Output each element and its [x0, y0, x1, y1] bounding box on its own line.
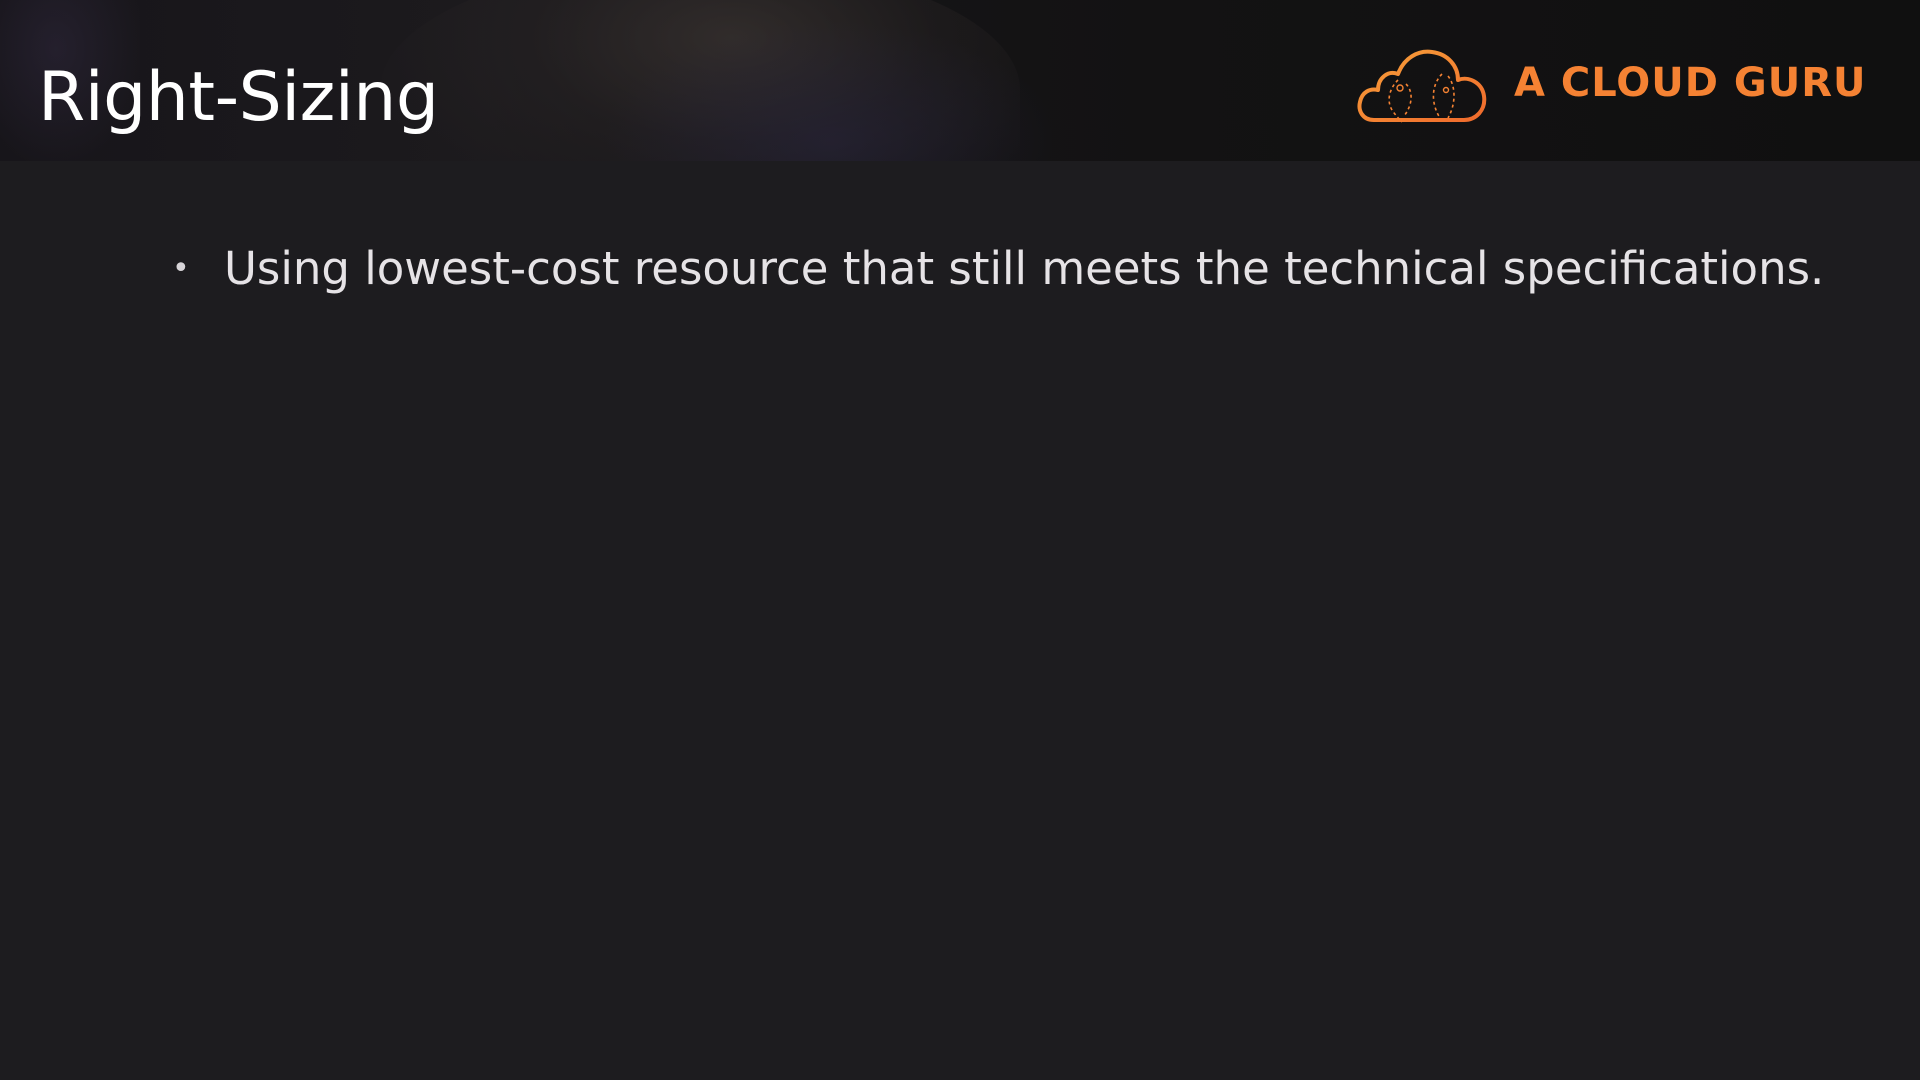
bullet-list: • Using lowest-cost resource that still … — [172, 242, 1872, 296]
slide-header: Right-Sizing A CLOUD GURU — [0, 0, 1920, 161]
bullet-text: Using lowest-cost resource that still me… — [224, 242, 1825, 295]
brand-logo: A CLOUD GURU — [1356, 40, 1867, 126]
slide: Right-Sizing A CLOUD GURU • Using lowest… — [0, 0, 1920, 1080]
brand-name: A CLOUD GURU — [1514, 60, 1867, 106]
bullet-icon: • — [172, 251, 190, 286]
slide-title: Right-Sizing — [38, 58, 439, 137]
presenter-background-shade — [600, 20, 1060, 161]
list-item: • Using lowest-cost resource that still … — [172, 242, 1872, 296]
cloud-icon — [1357, 49, 1487, 123]
